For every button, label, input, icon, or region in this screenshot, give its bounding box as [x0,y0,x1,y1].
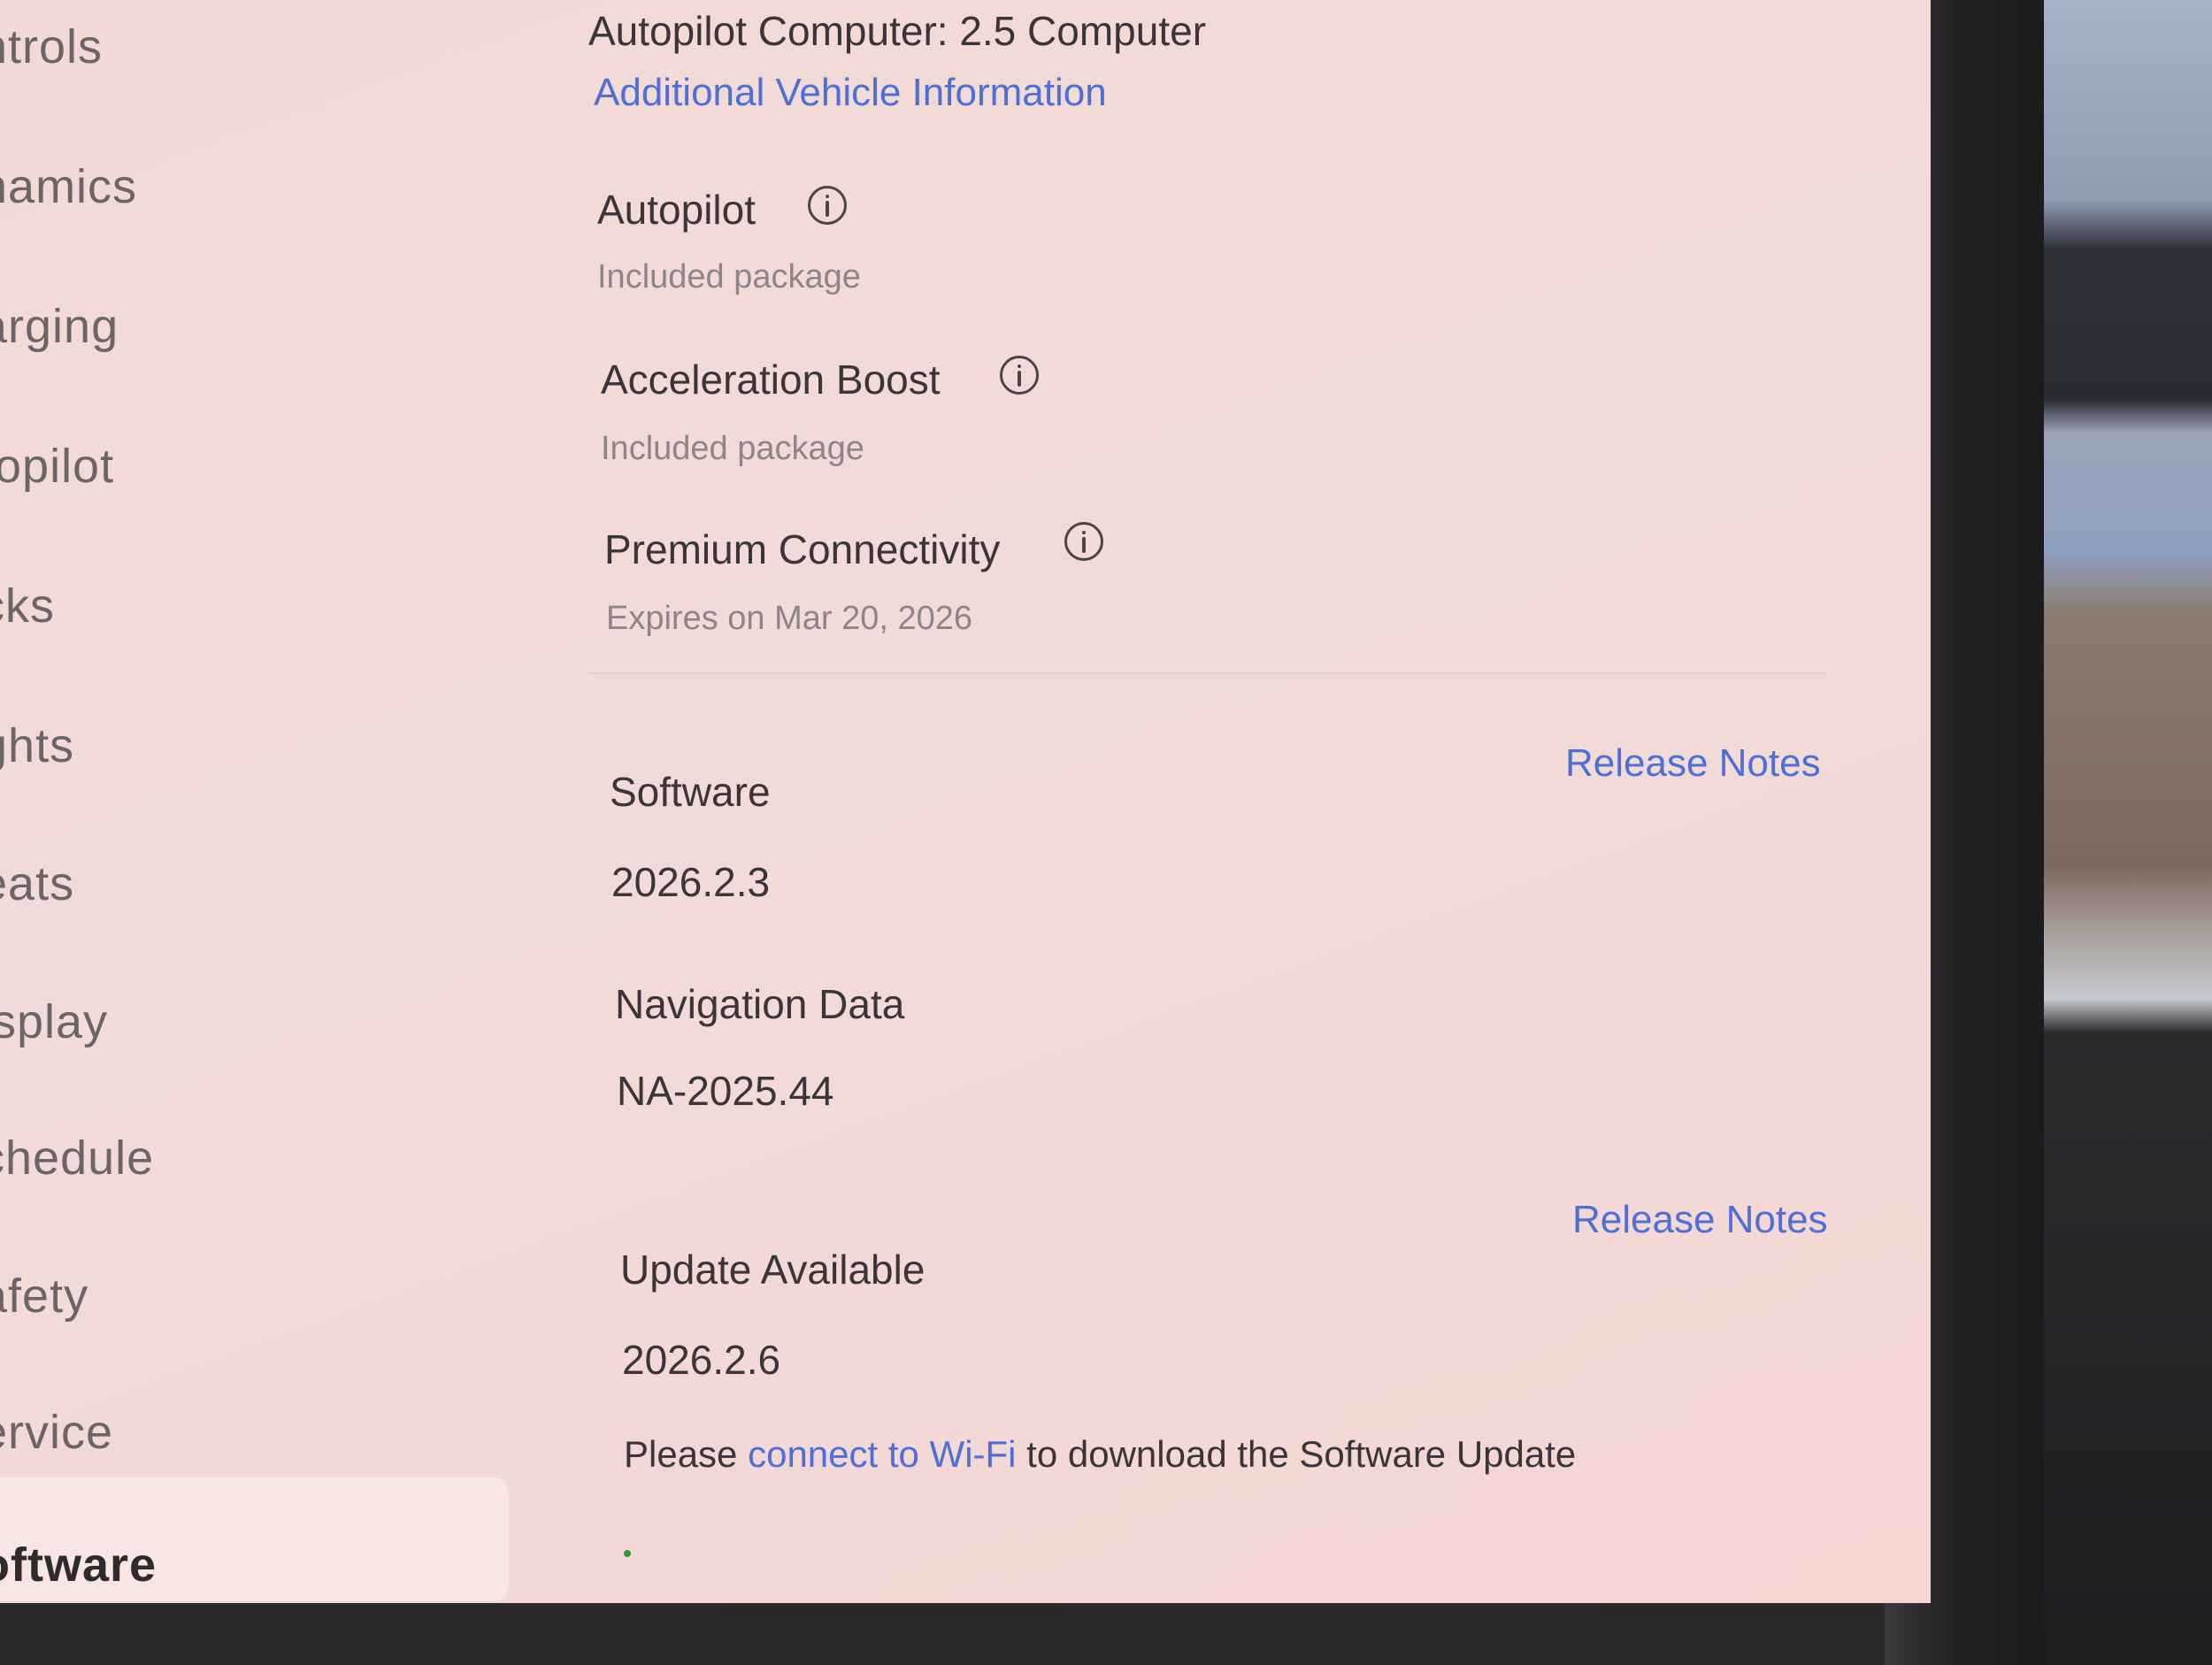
touchscreen: ntrols namics arging topilot cks ghts ea… [0,0,1931,1603]
sidebar-item-service[interactable]: ervice [0,1405,113,1460]
navigation-data-version: NA-2025.44 [617,1068,834,1114]
wifi-update-message: Please connect to Wi-Fi to download the … [624,1433,1576,1476]
sidebar-item-charging[interactable]: arging [0,299,119,354]
software-title: Software [610,769,771,815]
software-release-notes-link[interactable]: Release Notes [1565,741,1821,786]
feature-acceleration-boost-detail: Included package [601,430,864,467]
sidebar-item-autopilot[interactable]: topilot [0,439,114,494]
sidebar-item-display[interactable]: isplay [0,994,108,1049]
feature-premium-connectivity-title: Premium Connectivity [604,526,1001,572]
status-indicator [624,1550,631,1557]
section-divider [588,672,1827,674]
update-release-notes-link[interactable]: Release Notes [1572,1198,1828,1242]
software-version: 2026.2.3 [611,859,771,905]
additional-vehicle-info-link[interactable]: Additional Vehicle Information [594,71,1107,115]
update-available-title: Update Available [620,1247,926,1293]
sidebar-item-controls[interactable]: ntrols [0,19,103,74]
connect-wifi-link[interactable]: connect to Wi-Fi [748,1433,1016,1475]
software-panel: Autopilot Computer: 2.5 Computer Additio… [588,0,1854,1603]
navigation-data-title: Navigation Data [615,981,905,1027]
sidebar-item-dynamics[interactable]: namics [0,159,137,214]
settings-sidebar: ntrols namics arging topilot cks ghts ea… [0,0,513,1603]
sidebar-item-locks[interactable]: cks [0,579,55,633]
feature-acceleration-boost-title: Acceleration Boost [601,357,941,403]
sidebar-item-safety[interactable]: afety [0,1269,88,1324]
autopilot-computer-label: Autopilot Computer: 2.5 Computer [588,8,1207,54]
update-version: 2026.2.6 [622,1337,781,1383]
feature-premium-connectivity-detail: Expires on Mar 20, 2026 [606,600,973,637]
info-icon[interactable] [1000,356,1039,395]
feature-autopilot-title: Autopilot [597,187,757,233]
sidebar-item-seats[interactable]: eats [0,856,74,911]
feature-autopilot-detail: Included package [597,258,861,295]
wifi-message-suffix: to download the Software Update [1016,1433,1577,1475]
sidebar-item-lights[interactable]: ghts [0,718,74,773]
sidebar-item-software[interactable]: oftware [0,1538,157,1592]
info-icon[interactable] [1064,522,1103,561]
sidebar-item-schedule[interactable]: chedule [0,1131,154,1185]
info-icon[interactable] [808,186,847,225]
wifi-message-prefix: Please [624,1433,749,1475]
window-background [2044,0,2212,1665]
